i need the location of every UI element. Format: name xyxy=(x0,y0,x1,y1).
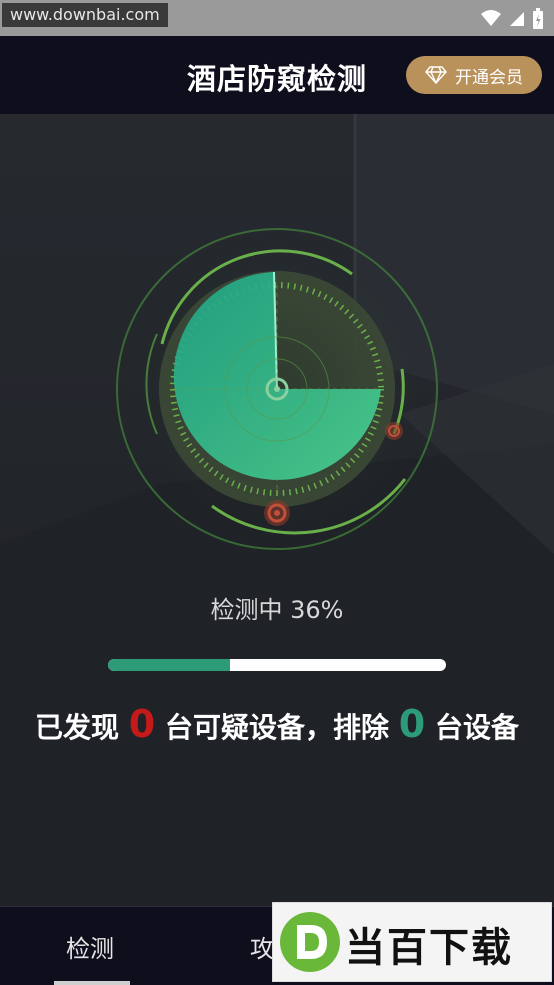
nav-active-indicator xyxy=(54,981,130,985)
radar-scanner xyxy=(113,225,441,553)
app-header: 酒店防窥检测 开通会员 xyxy=(0,36,554,114)
status-icons xyxy=(480,8,544,30)
vip-button-label: 开通会员 xyxy=(455,67,523,88)
suspicious-count: 0 xyxy=(128,702,156,746)
result-suffix: 台设备 xyxy=(434,711,519,744)
scan-progress-fill xyxy=(108,659,230,671)
nav-item-detect[interactable]: 检测 xyxy=(66,929,114,964)
watermark-logo: 当百下载 xyxy=(272,902,552,982)
status-bar: www.downbai.com xyxy=(0,0,554,36)
excluded-count: 0 xyxy=(398,702,426,746)
detected-marker-right xyxy=(385,422,403,440)
signal-icon xyxy=(510,12,524,26)
scan-status-text: 检测中 36% xyxy=(210,596,344,624)
wifi-icon xyxy=(481,10,501,26)
vip-button[interactable]: 开通会员 xyxy=(406,56,542,94)
detected-marker-bottom xyxy=(264,500,290,526)
result-prefix: 已发现 xyxy=(35,711,120,744)
scan-scene: 检测中 36% 已发现 0 台可疑设备，排除 0 台设备 xyxy=(0,114,554,906)
diamond-icon xyxy=(425,66,447,84)
scan-result-summary: 已发现 0 台可疑设备，排除 0 台设备 xyxy=(0,702,554,746)
scan-progress-bar xyxy=(108,659,446,671)
logo-d-icon xyxy=(280,912,340,972)
watermark-url: www.downbai.com xyxy=(2,3,168,27)
result-middle: 台可疑设备，排除 xyxy=(164,711,389,744)
watermark-logo-text: 当百下载 xyxy=(345,925,513,971)
battery-icon xyxy=(533,8,543,29)
